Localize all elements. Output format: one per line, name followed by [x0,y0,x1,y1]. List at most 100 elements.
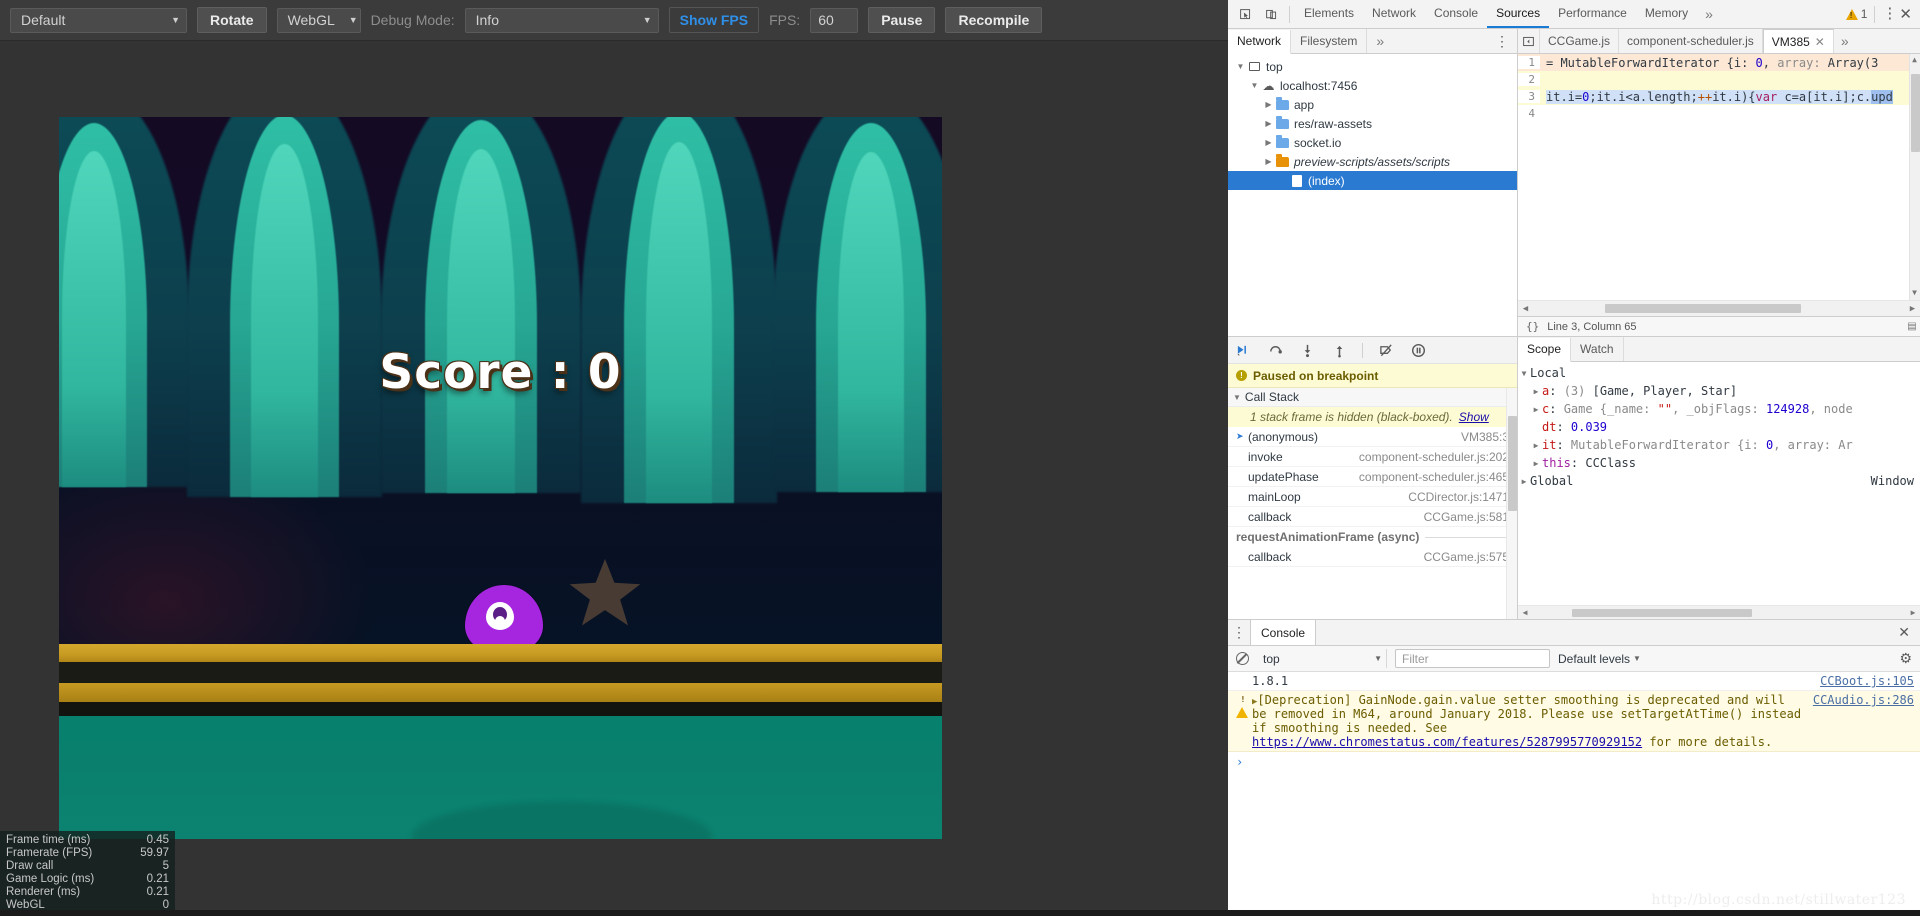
console-prompt[interactable]: › [1228,752,1920,772]
twisty-icon[interactable]: ▶ [1518,477,1530,486]
show-fps-button[interactable]: Show FPS [668,7,760,33]
tab-console[interactable]: Console [1425,0,1487,28]
tree-node-raw-assets[interactable]: ▶ res/raw-assets [1228,114,1517,133]
scope-variable-a[interactable]: ▶ a : (3) [Game, Player, Star] [1518,382,1920,400]
tab-network[interactable]: Network [1363,0,1425,28]
clear-console-icon[interactable] [1236,652,1249,665]
editor-tab-ccgame[interactable]: CCGame.js [1540,29,1620,53]
scrollbar-track[interactable] [1533,301,1905,317]
scrollbar-track[interactable] [1532,606,1906,620]
tab-scope[interactable]: Scope [1518,337,1572,362]
tree-node-localhost[interactable]: ▼ ☁ localhost:7456 [1228,76,1517,95]
close-tab-icon[interactable]: ✕ [1815,35,1825,49]
resume-button[interactable] [1234,340,1252,360]
scroll-right-icon[interactable]: ▶ [1906,608,1920,617]
more-tabs-icon[interactable]: » [1697,6,1721,22]
device-toolbar-icon[interactable] [1258,1,1284,27]
scroll-up-icon[interactable]: ▲ [1910,55,1919,66]
twisty-icon[interactable]: ▼ [1248,81,1261,90]
tab-sources[interactable]: Sources [1487,0,1550,28]
tab-elements[interactable]: Elements [1295,0,1363,28]
scope-horizontal-scrollbar[interactable]: ◀ ▶ [1518,605,1920,619]
scrollbar-thumb[interactable] [1605,303,1801,313]
twisty-icon[interactable]: ▼ [1234,62,1247,71]
tree-node-index[interactable]: (index) [1228,171,1517,190]
step-out-button[interactable] [1330,340,1348,360]
scroll-down-icon[interactable]: ▼ [1910,288,1919,299]
nav-more-icon[interactable]: » [1367,29,1393,53]
editor-tab-vm385[interactable]: VM385 ✕ [1762,29,1834,53]
game-canvas[interactable]: Score : 0 [59,117,942,839]
drawer-menu-icon[interactable]: ⋮ [1228,625,1250,639]
scene-select[interactable]: Default ▼ [10,7,187,33]
scrollbar-thumb[interactable] [1572,608,1752,617]
console-filter-input[interactable]: Filter [1395,649,1550,668]
log-levels-select[interactable]: Default levels ▼ [1558,652,1641,666]
tree-node-socketio[interactable]: ▶ socket.io [1228,133,1517,152]
tree-node-top[interactable]: ▼ top [1228,57,1517,76]
tree-node-preview-scripts[interactable]: ▶ preview-scripts/assets/scripts [1228,152,1517,171]
call-stack-frame[interactable]: updatePhase component-scheduler.js:465 [1228,467,1517,487]
navigator-menu-icon[interactable]: ⋮ [1495,34,1517,48]
recompile-button[interactable]: Recompile [945,7,1043,33]
inspect-element-icon[interactable] [1232,1,1258,27]
twisty-icon[interactable]: ▶ [1530,405,1542,414]
editor-horizontal-scrollbar[interactable]: ◀ ▶ [1518,300,1920,316]
editor-tab-component-scheduler[interactable]: component-scheduler.js [1619,29,1763,53]
code-editor-body[interactable]: 1 = MutableForwardIterator {i: 0, array:… [1518,54,1920,316]
call-stack-frame[interactable]: callback CCGame.js:581 [1228,507,1517,527]
call-stack-frame[interactable]: invoke component-scheduler.js:202 [1228,447,1517,467]
twisty-icon[interactable]: ▼ [1518,369,1530,378]
pretty-print-icon[interactable]: {} [1522,320,1547,333]
message-source-link[interactable]: CCAudio.js:286 [1813,693,1914,707]
tab-watch[interactable]: Watch [1571,337,1624,361]
tab-memory[interactable]: Memory [1636,0,1697,28]
twisty-icon[interactable]: ▼ [1233,393,1241,402]
step-over-button[interactable] [1266,340,1284,360]
gear-icon[interactable]: ⚙ [1899,650,1912,667]
chromestatus-link[interactable]: https://www.chromestatus.com/features/52… [1252,735,1642,749]
call-stack-header[interactable]: ▼ Call Stack [1228,388,1517,407]
scroll-left-icon[interactable]: ◀ [1518,608,1532,617]
twisty-icon[interactable]: ▶ [1262,119,1275,128]
nav-tab-filesystem[interactable]: Filesystem [1291,29,1368,53]
twisty-icon[interactable]: ▶ [1262,100,1275,109]
scrollbar-thumb[interactable] [1911,74,1920,152]
close-devtools-icon[interactable]: ✕ [1899,5,1912,23]
scrollbar-thumb[interactable] [1508,416,1517,511]
editor-settings-icon[interactable]: ▤ [1904,321,1920,332]
call-stack-frame[interactable]: mainLoop CCDirector.js:1471 [1228,487,1517,507]
collapse-navigator-icon[interactable] [1518,29,1540,53]
scope-variable-dt[interactable]: dt : 0.039 [1518,418,1920,436]
rotate-button[interactable]: Rotate [197,7,267,33]
message-source-link[interactable]: CCBoot.js:105 [1820,674,1914,688]
devtools-menu-icon[interactable]: ⋮ [1882,6,1897,21]
twisty-icon[interactable]: ▶ [1262,138,1275,147]
scope-variable-this[interactable]: ▶ this : CCClass [1518,454,1920,472]
call-stack-scrollbar[interactable] [1506,388,1517,619]
deactivate-breakpoints-button[interactable] [1377,340,1395,360]
twisty-icon[interactable]: ▶ [1262,157,1275,166]
call-stack-frame[interactable]: callback CCGame.js:575 [1228,547,1517,567]
console-message-log[interactable]: 1.8.1 CCBoot.js:105 [1228,672,1920,691]
twisty-icon[interactable]: ▶ [1530,459,1542,468]
call-stack-frame[interactable]: ➤ (anonymous) VM385:3 [1228,427,1517,447]
close-drawer-icon[interactable]: ✕ [1898,624,1920,641]
debug-mode-select[interactable]: Info ▼ [464,7,659,33]
scroll-left-icon[interactable]: ◀ [1518,304,1533,314]
drawer-tab-console[interactable]: Console [1250,620,1317,645]
pause-button[interactable]: Pause [868,7,936,33]
console-messages[interactable]: 1.8.1 CCBoot.js:105 ▶[Deprecation] GainN… [1228,672,1920,916]
step-into-button[interactable] [1298,340,1316,360]
warning-count-badge[interactable]: 1 [1845,7,1867,21]
call-stack-list[interactable]: ▼ Call Stack 1 stack frame is hidden (bl… [1228,388,1517,619]
render-mode-select[interactable]: WebGL ▼ [276,7,361,33]
editor-more-tabs-icon[interactable]: » [1834,33,1856,49]
tree-node-app[interactable]: ▶ app [1228,95,1517,114]
scope-variable-list[interactable]: ▼ Local ▶ a : (3) [Game, Player, Star] ▶… [1518,362,1920,619]
tab-performance[interactable]: Performance [1549,0,1636,28]
scope-variable-c[interactable]: ▶ c : Game {_name: "", _objFlags: 124928… [1518,400,1920,418]
scroll-right-icon[interactable]: ▶ [1905,304,1920,314]
console-message-warning[interactable]: ▶[Deprecation] GainNode.gain.value sette… [1228,691,1920,752]
pause-on-exceptions-button[interactable] [1409,340,1427,360]
